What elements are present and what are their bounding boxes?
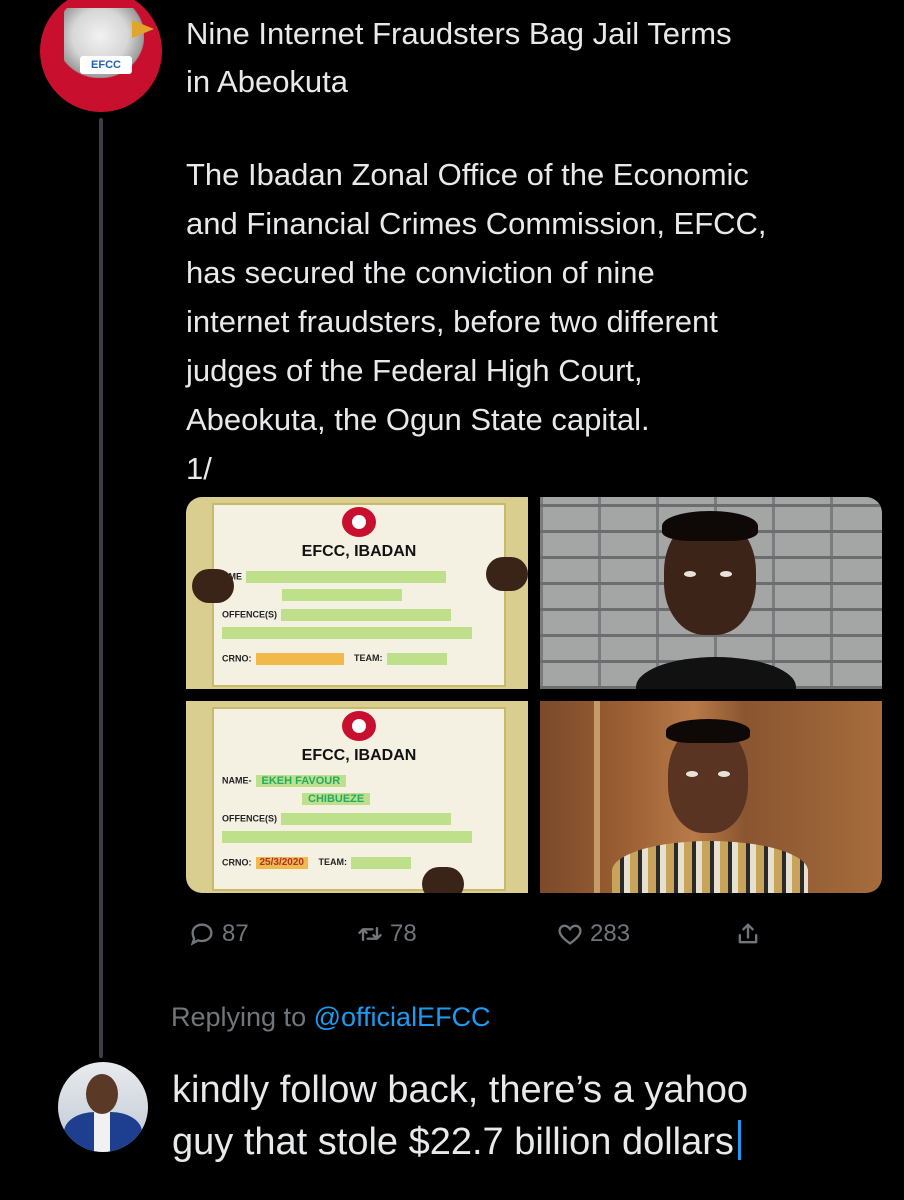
tweet-title-line: Nine Internet Fraudsters Bag Jail Terms bbox=[186, 16, 732, 51]
reply-count: 87 bbox=[222, 920, 249, 947]
text-cursor bbox=[737, 1120, 741, 1160]
share-button[interactable] bbox=[734, 912, 768, 956]
efcc-logo-icon bbox=[342, 507, 376, 537]
media-photo-placard-1[interactable]: EFCC, IBADAN AME OFFENCE(S) CRNO: TEAM: bbox=[186, 497, 528, 689]
placard-name-row: AME bbox=[222, 571, 498, 587]
tweet-body-line: and Financial Crimes Commission, EFCC, bbox=[186, 206, 767, 241]
tweet-actions: 87 78 283 bbox=[186, 912, 806, 956]
retweet-button[interactable]: 78 bbox=[356, 912, 417, 956]
hand bbox=[192, 569, 234, 603]
placard-offence-highlight bbox=[281, 813, 451, 825]
tweet-title: Nine Internet Fraudsters Bag Jail Terms … bbox=[186, 10, 866, 106]
placard-crno-row: CRNO: TEAM: bbox=[222, 653, 498, 669]
replying-prefix: Replying to bbox=[171, 1002, 307, 1032]
person-hair bbox=[662, 511, 758, 541]
person-torso bbox=[636, 657, 796, 689]
placard-team-highlight bbox=[351, 857, 412, 869]
placard-name-row: NAME- EKEH FAVOUR bbox=[222, 775, 498, 791]
person-hair bbox=[666, 719, 750, 743]
efcc-avatar-label: EFCC bbox=[80, 56, 132, 74]
tweet-media-grid[interactable]: EFCC, IBADAN AME OFFENCE(S) CRNO: TEAM: bbox=[186, 497, 882, 893]
reply-button[interactable]: 87 bbox=[188, 912, 249, 956]
placard-title: EFCC, IBADAN bbox=[301, 543, 417, 560]
person-eye bbox=[684, 571, 696, 577]
like-button[interactable]: 283 bbox=[556, 912, 630, 956]
person-eye bbox=[718, 771, 730, 777]
replying-to: Replying to @officialEFCC bbox=[171, 1002, 491, 1033]
person-eye bbox=[720, 571, 732, 577]
reply-text-line: kindly follow back, there’s a yahoo bbox=[172, 1069, 748, 1111]
placard-offence-row-2 bbox=[222, 627, 498, 643]
placard-offence-highlight bbox=[222, 627, 472, 639]
tweet-body-line: Abeokuta, the Ogun State capital. bbox=[186, 402, 650, 437]
like-icon bbox=[558, 924, 582, 945]
placard-name-value: EKEH FAVOUR bbox=[255, 775, 347, 787]
wall-edge bbox=[594, 701, 600, 893]
efcc-avatar[interactable]: EFCC bbox=[40, 0, 162, 112]
efcc-placard: EFCC, IBADAN NAME- EKEH FAVOUR CHIBUEZE O… bbox=[212, 707, 506, 891]
replying-handle-link[interactable]: @officialEFCC bbox=[314, 1002, 491, 1032]
user-avatar[interactable] bbox=[58, 1062, 148, 1152]
placard-offence-highlight bbox=[281, 609, 451, 621]
like-count: 283 bbox=[590, 920, 631, 947]
placard-name-highlight bbox=[282, 589, 402, 601]
media-photo-person-2[interactable] bbox=[540, 701, 882, 893]
tweet-body-text: The Ibadan Zonal Office of the Economic … bbox=[186, 150, 886, 493]
placard-offence-row: OFFENCE(S) bbox=[222, 609, 498, 625]
reply-compose-text[interactable]: kindly follow back, there’s a yahoo guy … bbox=[172, 1064, 892, 1168]
placard-offence-row-2 bbox=[222, 831, 498, 847]
hand bbox=[486, 557, 528, 591]
thread-connector-line bbox=[99, 118, 103, 1058]
eagle-beak bbox=[132, 20, 154, 38]
tweet-body-line: judges of the Federal High Court, bbox=[186, 353, 643, 388]
reply-icon bbox=[190, 923, 213, 946]
placard-crno-label: CRNO: bbox=[222, 653, 252, 664]
placard-offence-row: OFFENCE(S) bbox=[222, 813, 498, 829]
share-icon bbox=[738, 923, 758, 944]
tweet-thread-counter: 1/ bbox=[186, 451, 212, 486]
tweet-body-line: The Ibadan Zonal Office of the Economic bbox=[186, 157, 749, 192]
person-eye bbox=[686, 771, 698, 777]
tweet-body-line: has secured the conviction of nine bbox=[186, 255, 655, 290]
placard-offence-highlight bbox=[222, 831, 472, 843]
media-photo-placard-2[interactable]: EFCC, IBADAN NAME- EKEH FAVOUR CHIBUEZE O… bbox=[186, 701, 528, 893]
placard-offence-label: OFFENCE(S) bbox=[222, 609, 277, 620]
retweet-count: 78 bbox=[390, 920, 417, 947]
placard-crno-label: CRNO: bbox=[222, 857, 252, 868]
avatar-shirt bbox=[94, 1112, 110, 1152]
placard-team-highlight bbox=[386, 653, 447, 665]
placard-offence-label: OFFENCE(S) bbox=[222, 813, 277, 824]
placard-team-label: TEAM: bbox=[318, 857, 348, 868]
placard-name-label: NAME- bbox=[222, 775, 252, 786]
media-photo-person-1[interactable] bbox=[540, 497, 882, 689]
placard-name-highlight bbox=[246, 571, 446, 583]
hand bbox=[422, 867, 464, 893]
placard-crno-value: 25/3/2020 bbox=[255, 857, 308, 869]
person-torso bbox=[612, 841, 808, 893]
placard-name-row-2: CHIBUEZE bbox=[222, 793, 498, 809]
retweet-icon bbox=[358, 927, 382, 941]
reply-text-line: guy that stole $22.7 billion dollars bbox=[172, 1116, 892, 1168]
efcc-logo-icon bbox=[342, 711, 376, 741]
placard-title: EFCC, IBADAN bbox=[301, 747, 417, 764]
avatar-head bbox=[86, 1074, 118, 1114]
reply-text-line-content: guy that stole $22.7 billion dollars bbox=[172, 1121, 734, 1163]
efcc-placard: EFCC, IBADAN AME OFFENCE(S) CRNO: TEAM: bbox=[212, 503, 506, 687]
placard-name-row-2 bbox=[222, 589, 498, 605]
placard-crno-highlight bbox=[255, 653, 344, 665]
tweet-body-line: internet fraudsters, before two differen… bbox=[186, 304, 718, 339]
placard-team-label: TEAM: bbox=[354, 653, 383, 664]
placard-name-value: CHIBUEZE bbox=[302, 793, 371, 805]
tweet-title-line: in Abeokuta bbox=[186, 64, 349, 99]
